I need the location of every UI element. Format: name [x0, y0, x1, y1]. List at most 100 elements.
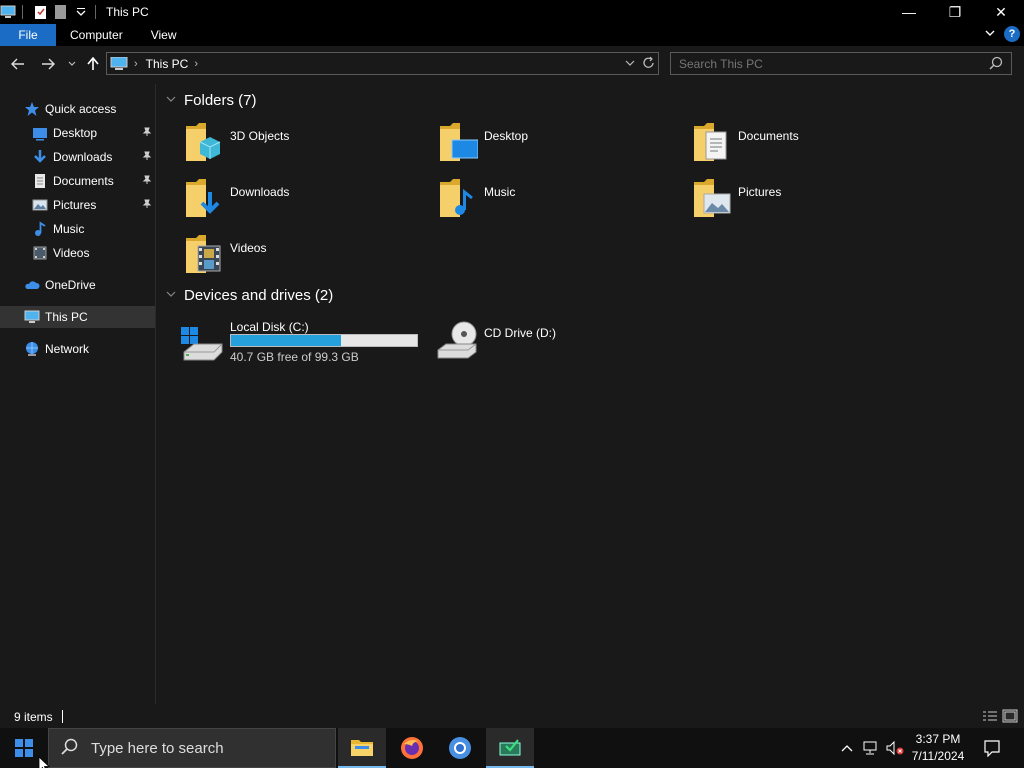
sidebar-item-network[interactable]: Network — [0, 338, 155, 360]
action-center-icon[interactable] — [978, 728, 1006, 768]
folder-item[interactable]: Pictures — [692, 176, 932, 226]
network-status-icon[interactable] — [860, 728, 882, 768]
sidebar-item-label: Pictures — [53, 198, 97, 212]
chromium-icon[interactable] — [436, 728, 484, 768]
group-header-folders[interactable]: Folders (7) — [166, 92, 257, 109]
taskbar-clock[interactable]: 3:37 PM 7/11/2024 — [904, 731, 972, 765]
folder-item[interactable]: Documents — [692, 120, 932, 170]
drive-usage-bar — [230, 334, 418, 347]
group-header-drives[interactable]: Devices and drives (2) — [166, 287, 333, 304]
music-folder-icon — [440, 179, 473, 217]
recent-locations-button[interactable] — [62, 54, 82, 74]
app-icon[interactable] — [486, 728, 534, 768]
folder-name: Desktop — [484, 129, 529, 143]
folder-item[interactable]: 3D Objects — [184, 120, 424, 170]
document-icon — [32, 173, 48, 189]
sidebar-item-label: Quick access — [45, 102, 117, 116]
pin-icon[interactable] — [142, 175, 152, 188]
collapse-icon[interactable] — [166, 290, 176, 301]
sidebar-item-label: This PC — [45, 310, 88, 324]
folder-item[interactable]: Videos — [184, 232, 424, 282]
back-button[interactable] — [8, 54, 28, 74]
pin-icon[interactable] — [142, 151, 152, 164]
clock-time: 3:37 PM — [915, 732, 961, 746]
downloads-folder-icon — [186, 179, 220, 217]
folder-item[interactable]: Downloads — [184, 176, 424, 226]
taskbar-search-placeholder: Type here to search — [91, 739, 224, 757]
cd-drive-icon — [437, 321, 477, 359]
sidebar-item-label: Desktop — [53, 126, 98, 140]
this-pc-icon[interactable] — [0, 4, 16, 20]
videos-icon — [32, 245, 48, 261]
sidebar-item-documents[interactable]: Documents — [0, 170, 155, 192]
taskbar: Type here to search 3:37 PM 7/11/2024 — [0, 728, 1024, 768]
computer-icon — [110, 56, 128, 70]
customize-toolbar-icon[interactable] — [73, 4, 89, 20]
breadcrumb-separator[interactable]: › — [134, 58, 138, 70]
maximize-button[interactable]: ❐ — [932, 0, 978, 24]
music-icon — [32, 221, 48, 237]
folder-item[interactable]: Music — [438, 176, 678, 226]
sidebar-item-videos[interactable]: Videos — [0, 242, 155, 264]
windows-logo-icon — [15, 739, 33, 757]
drive-item-c[interactable]: Local Disk (C:) 40.7 GB free of 99.3 GB — [180, 316, 420, 368]
tab-view[interactable]: View — [137, 24, 191, 46]
refresh-icon[interactable] — [642, 55, 656, 74]
breadcrumb-separator[interactable]: › — [194, 58, 198, 70]
search-box[interactable] — [670, 52, 1012, 75]
sidebar-item-pictures[interactable]: Pictures — [0, 194, 155, 216]
folder-name: Music — [484, 185, 516, 199]
taskbar-search[interactable]: Type here to search — [48, 728, 336, 768]
tab-file[interactable]: File — [0, 24, 56, 46]
address-dropdown-icon[interactable] — [624, 55, 636, 74]
pictures-folder-icon — [694, 179, 731, 217]
collapse-icon[interactable] — [166, 95, 176, 106]
window-title: This PC — [106, 5, 149, 19]
download-icon — [32, 149, 48, 165]
star-icon — [24, 101, 40, 117]
drive-item-d[interactable]: CD Drive (D:) — [434, 316, 634, 368]
close-button[interactable]: ✕ — [978, 0, 1024, 24]
folder-item[interactable]: Desktop — [438, 120, 678, 170]
address-bar[interactable]: › This PC › — [106, 52, 659, 75]
large-icons-view-icon[interactable] — [1002, 709, 1018, 723]
search-input[interactable] — [679, 56, 979, 71]
sidebar-item-onedrive[interactable]: OneDrive — [0, 274, 155, 296]
status-bar: 9 items — [0, 705, 1024, 728]
forward-button[interactable] — [38, 54, 58, 74]
help-icon[interactable]: ? — [1004, 26, 1020, 42]
hard-disk-icon — [181, 327, 223, 361]
pin-icon[interactable] — [142, 199, 152, 212]
firefox-icon[interactable] — [388, 728, 436, 768]
breadcrumb-this-pc[interactable]: This PC — [146, 57, 189, 71]
volume-muted-icon[interactable] — [884, 728, 906, 768]
expand-ribbon-icon[interactable] — [984, 27, 996, 42]
folder-name: Pictures — [738, 185, 782, 199]
minimize-button[interactable]: — — [886, 0, 932, 24]
folder-name: Downloads — [230, 185, 290, 199]
properties-icon[interactable] — [33, 4, 49, 20]
file-explorer-icon[interactable] — [338, 728, 386, 768]
sidebar-item-desktop[interactable]: Desktop — [0, 122, 155, 144]
up-button[interactable] — [83, 54, 103, 74]
details-view-icon[interactable] — [982, 709, 998, 723]
pictures-icon — [32, 197, 48, 213]
show-hidden-icons-button[interactable] — [838, 728, 856, 768]
desktop-folder-icon — [440, 123, 478, 161]
3d-objects-icon — [186, 123, 221, 161]
sidebar-item-label: Music — [53, 222, 85, 236]
search-icon[interactable] — [989, 56, 1003, 73]
sidebar-item-quick-access[interactable]: Quick access — [0, 98, 155, 120]
sidebar-item-this-pc[interactable]: This PC — [0, 306, 155, 328]
item-count: 9 items — [14, 709, 53, 724]
tab-computer[interactable]: Computer — [56, 24, 137, 46]
sidebar-item-label: Videos — [53, 246, 90, 260]
sidebar-item-downloads[interactable]: Downloads — [0, 146, 155, 168]
pin-icon[interactable] — [142, 127, 152, 140]
title-bar: This PC — ❐ ✕ — [0, 0, 1024, 24]
sidebar-item-label: Documents — [53, 174, 114, 188]
sidebar-item-music[interactable]: Music — [0, 218, 155, 240]
new-folder-icon[interactable] — [53, 4, 69, 20]
cloud-icon — [24, 277, 40, 293]
drive-name: Local Disk (C:) — [230, 320, 309, 334]
